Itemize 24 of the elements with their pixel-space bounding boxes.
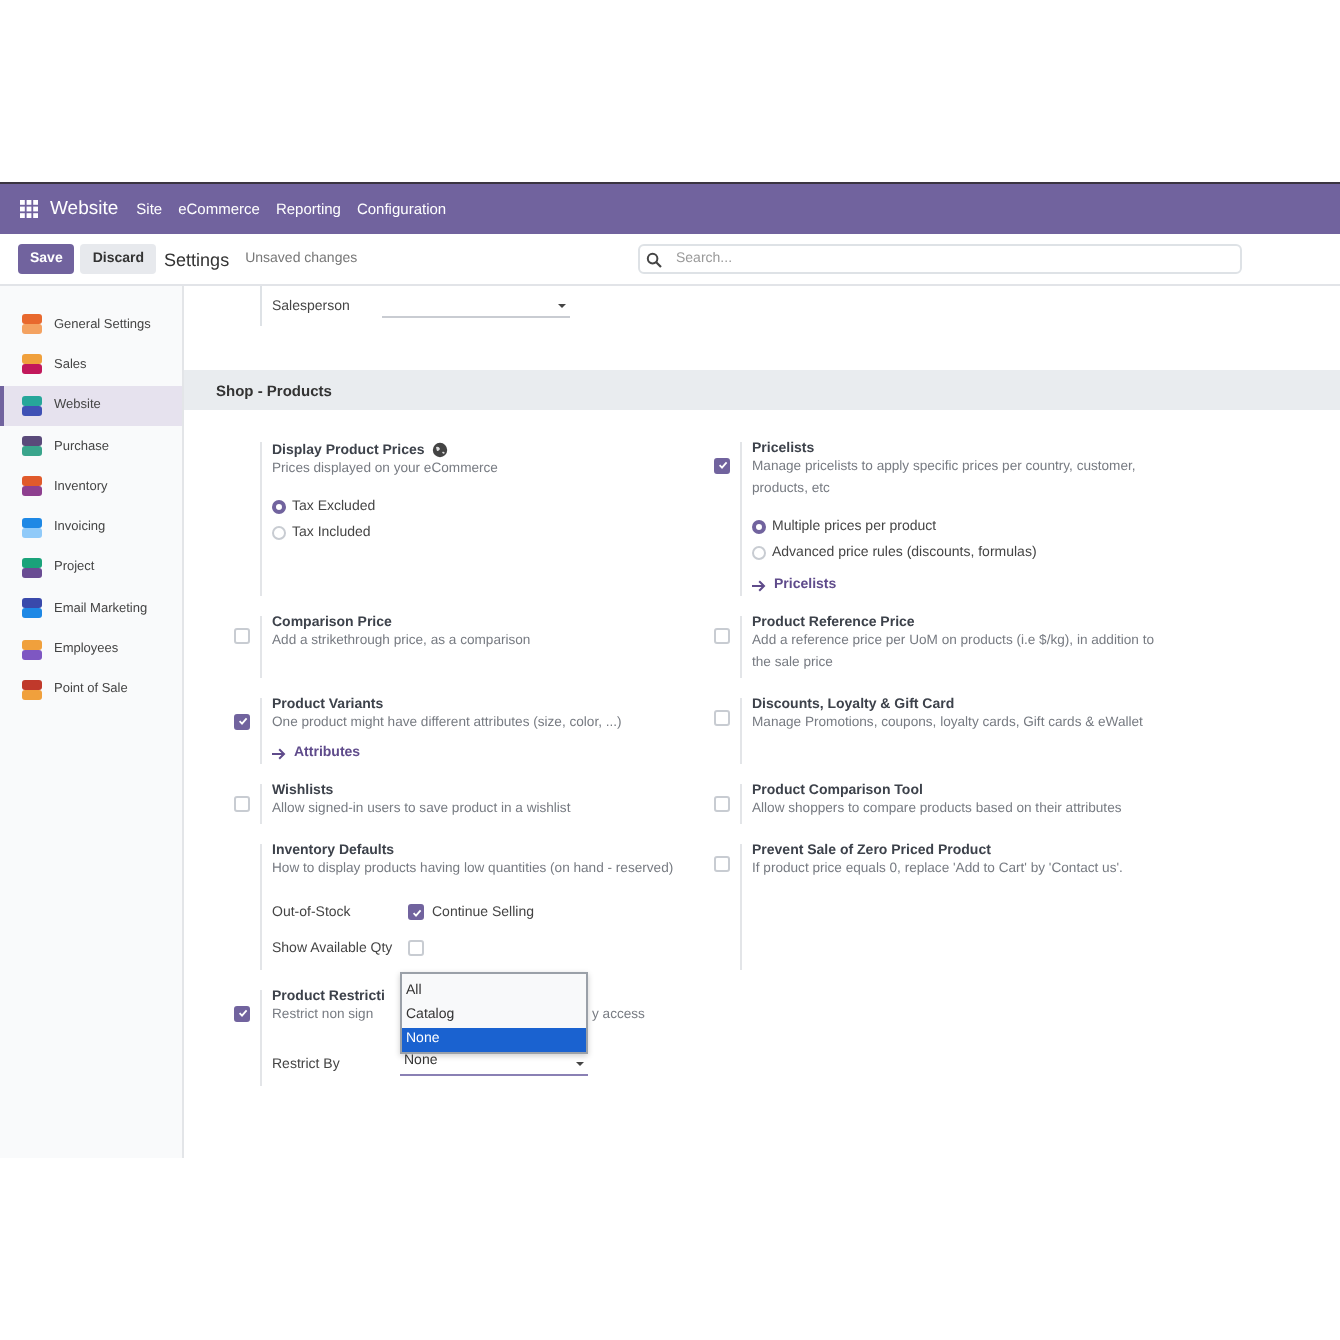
checkbox[interactable] (714, 457, 730, 473)
app-icon (22, 679, 42, 700)
caret-icon (576, 1061, 584, 1065)
arrow-icon (272, 747, 286, 759)
caret-icon (558, 303, 566, 307)
app-icon (22, 436, 42, 457)
arrow-icon (752, 579, 766, 591)
checkbox[interactable] (408, 904, 424, 920)
app-icon (22, 517, 42, 538)
checkbox[interactable] (234, 1005, 250, 1021)
radio-button[interactable] (752, 520, 766, 534)
app-icon (22, 395, 42, 416)
app-icon (22, 314, 42, 335)
app-icon (22, 476, 42, 497)
app-icon (22, 557, 42, 578)
app-name[interactable]: Website (50, 198, 119, 220)
apps-grid-icon[interactable] (20, 200, 38, 218)
page-title: Settings (164, 249, 230, 269)
search-icon (646, 251, 662, 267)
radio-button[interactable] (272, 500, 286, 514)
app-icon (22, 354, 42, 375)
app-icon (22, 598, 42, 619)
app-icon (22, 639, 42, 660)
checkbox[interactable] (234, 713, 250, 729)
